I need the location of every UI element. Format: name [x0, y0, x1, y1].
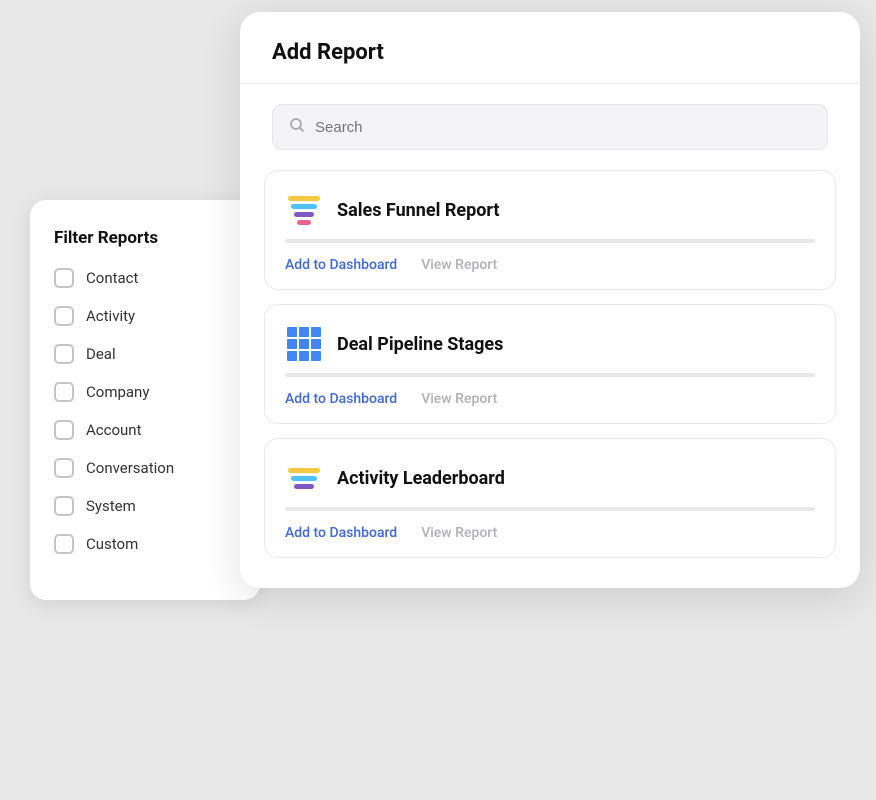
filter-checkbox[interactable] [54, 458, 74, 478]
grid-cell [287, 339, 297, 349]
reports-list: Sales Funnel Report Add to Dashboard View … [240, 170, 860, 588]
report-card: Deal Pipeline Stages Add to Dashboard View… [264, 304, 836, 424]
grid-cell [311, 339, 321, 349]
funnel-bar [291, 476, 317, 481]
report-icon [285, 325, 323, 363]
filter-item: Contact [54, 268, 236, 288]
filter-label: Activity [86, 307, 135, 325]
report-actions: Add to Dashboard View Report [285, 525, 815, 541]
grid-icon [287, 327, 321, 361]
funnel-bar [294, 484, 314, 489]
filter-checkbox[interactable] [54, 268, 74, 288]
report-actions: Add to Dashboard View Report [285, 257, 815, 273]
funnel-bar [294, 212, 314, 217]
filter-checkbox[interactable] [54, 534, 74, 554]
search-container [240, 84, 860, 170]
filter-label: Company [86, 383, 149, 401]
filter-item: Custom [54, 534, 236, 554]
funnel-bar [288, 196, 320, 201]
report-header: Sales Funnel Report [285, 191, 815, 229]
add-to-dashboard-button[interactable]: Add to Dashboard [285, 391, 397, 407]
funnel-bar [297, 220, 311, 225]
report-card: Activity Leaderboard Add to Dashboard View… [264, 438, 836, 558]
filter-label: Contact [86, 269, 138, 287]
search-icon [289, 117, 305, 137]
report-divider [285, 507, 815, 511]
view-report-button[interactable]: View Report [421, 257, 497, 273]
main-panel: Add Report Sales Funnel Report Add to Das… [240, 12, 860, 588]
grid-cell [299, 327, 309, 337]
search-input[interactable] [315, 119, 811, 136]
panel-header: Add Report [240, 12, 860, 84]
report-header: Deal Pipeline Stages [285, 325, 815, 363]
report-card: Sales Funnel Report Add to Dashboard View … [264, 170, 836, 290]
panel-title: Add Report [272, 40, 828, 65]
add-to-dashboard-button[interactable]: Add to Dashboard [285, 525, 397, 541]
search-box [272, 104, 828, 150]
filter-panel: Filter Reports Contact Activity Deal Compan… [30, 200, 260, 600]
filter-item: Activity [54, 306, 236, 326]
grid-cell [299, 351, 309, 361]
filter-item: System [54, 496, 236, 516]
report-name: Deal Pipeline Stages [337, 334, 503, 355]
filter-label: Account [86, 421, 142, 439]
funnel-bar [291, 204, 317, 209]
grid-cell [287, 351, 297, 361]
funnel-icon [288, 196, 320, 225]
filter-label: Conversation [86, 459, 174, 477]
add-to-dashboard-button[interactable]: Add to Dashboard [285, 257, 397, 273]
filter-checkbox[interactable] [54, 344, 74, 364]
view-report-button[interactable]: View Report [421, 525, 497, 541]
report-header: Activity Leaderboard [285, 459, 815, 497]
filter-item: Account [54, 420, 236, 440]
filter-item: Deal [54, 344, 236, 364]
view-report-button[interactable]: View Report [421, 391, 497, 407]
grid-cell [287, 327, 297, 337]
filter-checkbox[interactable] [54, 382, 74, 402]
report-name: Activity Leaderboard [337, 468, 505, 489]
filter-checkbox[interactable] [54, 420, 74, 440]
funnel-bar [288, 468, 320, 473]
filter-checkbox[interactable] [54, 306, 74, 326]
filter-checkbox[interactable] [54, 496, 74, 516]
report-icon [285, 459, 323, 497]
grid-cell [311, 351, 321, 361]
filter-item: Company [54, 382, 236, 402]
filter-label: System [86, 497, 136, 515]
grid-cell [311, 327, 321, 337]
report-divider [285, 239, 815, 243]
report-icon [285, 191, 323, 229]
report-name: Sales Funnel Report [337, 200, 499, 221]
filter-label: Deal [86, 345, 116, 363]
report-divider [285, 373, 815, 377]
funnel-icon [288, 468, 320, 489]
filter-item: Conversation [54, 458, 236, 478]
grid-cell [299, 339, 309, 349]
filter-title: Filter Reports [54, 228, 236, 248]
filter-label: Custom [86, 535, 138, 553]
report-actions: Add to Dashboard View Report [285, 391, 815, 407]
